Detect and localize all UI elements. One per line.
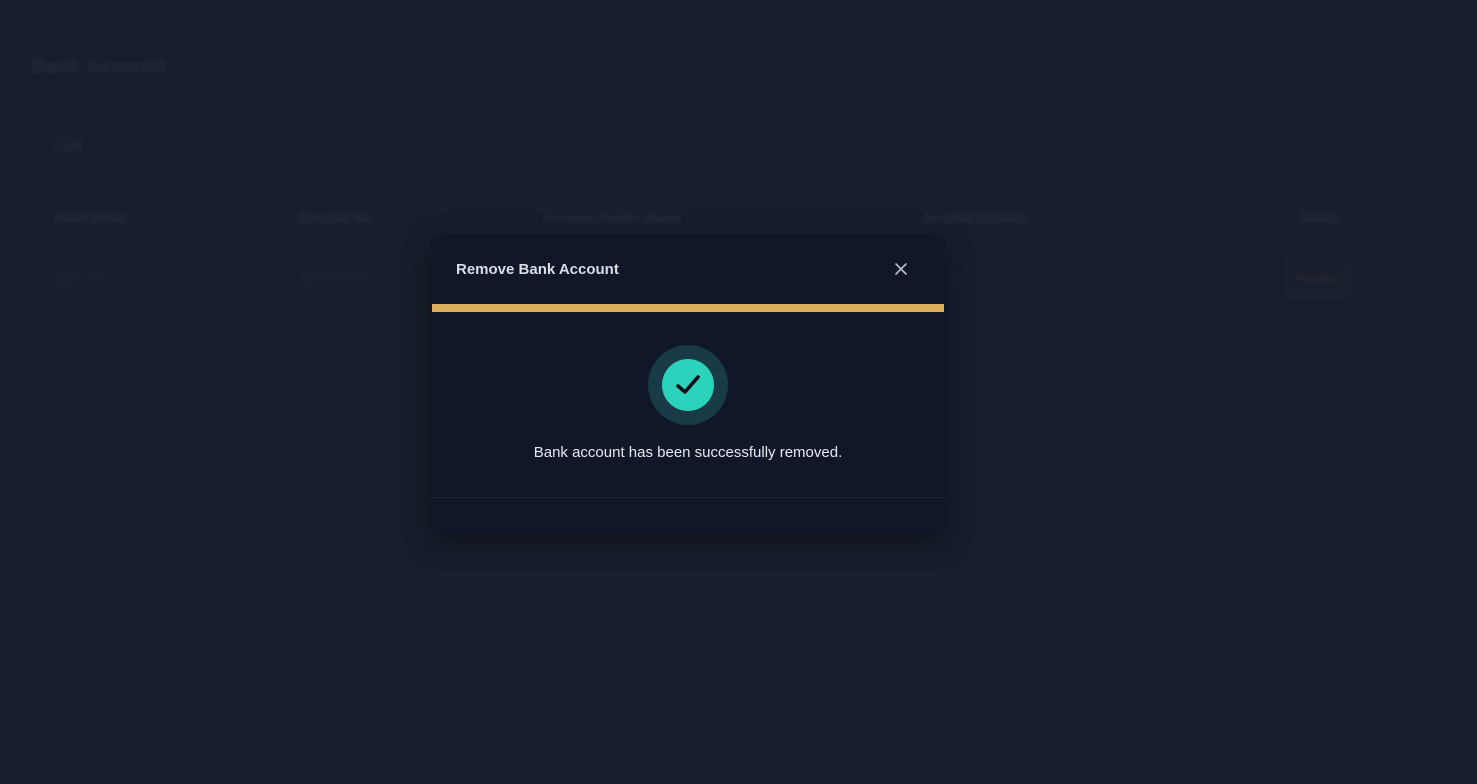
check-icon bbox=[676, 375, 700, 394]
success-message: Bank account has been successfully remov… bbox=[533, 444, 843, 461]
modal-header: Remove Bank Account bbox=[431, 235, 945, 304]
page: Bank Account List Bank Name Account No A… bbox=[0, 0, 1477, 784]
remove-bank-account-modal: Remove Bank Account Bank account has bee… bbox=[431, 235, 945, 532]
close-icon bbox=[895, 263, 907, 275]
accent-bar bbox=[432, 304, 944, 312]
close-button[interactable] bbox=[889, 257, 913, 281]
success-icon-circle bbox=[662, 359, 714, 411]
modal-title: Remove Bank Account bbox=[456, 261, 619, 278]
modal-footer-divider bbox=[431, 497, 945, 498]
success-icon-ring bbox=[648, 345, 728, 425]
